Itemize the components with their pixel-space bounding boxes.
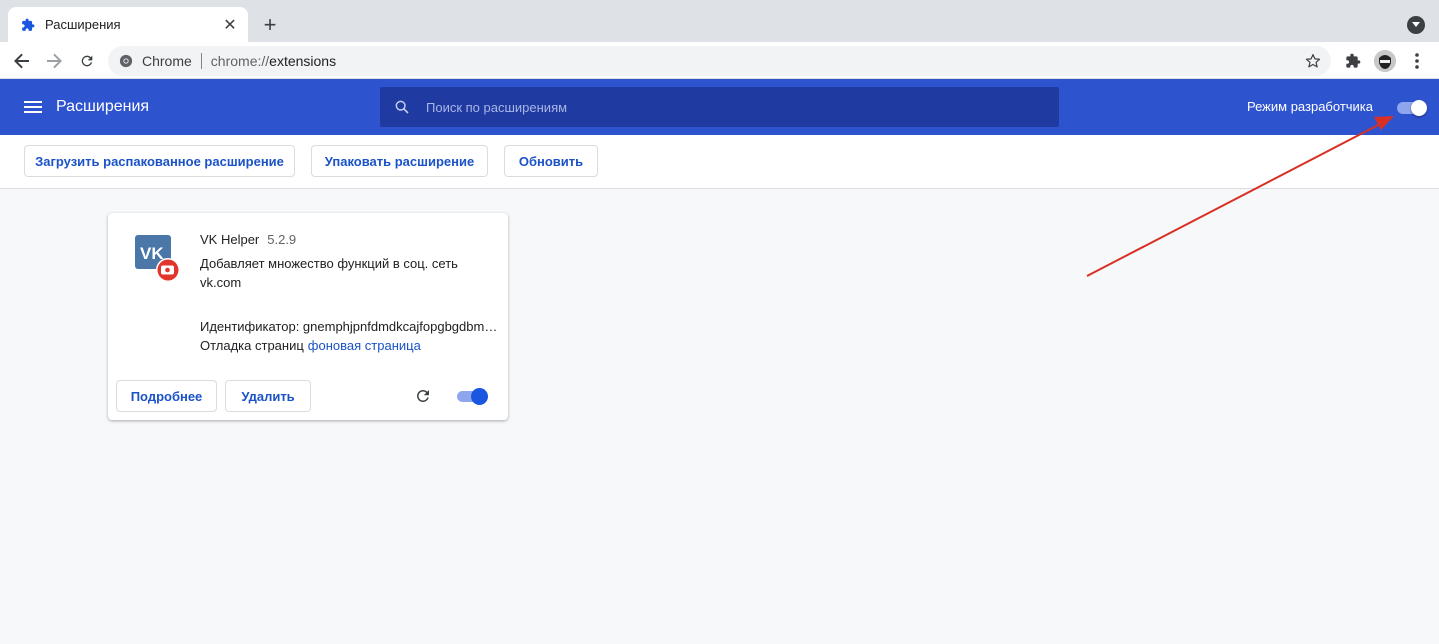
toggle-knob (1411, 100, 1427, 116)
reload-button[interactable] (74, 48, 100, 74)
search-icon (395, 100, 409, 114)
back-arrow-icon (14, 53, 29, 69)
extension-version: 5.2.9 (267, 232, 297, 247)
reload-icon (81, 55, 93, 67)
close-tab-icon[interactable]: ✕ (220, 15, 240, 35)
more-vert-icon (1415, 53, 1419, 69)
tab-title: Расширения (45, 17, 121, 32)
vk-helper-icon: VK (135, 235, 180, 283)
url-scheme: chrome:// (210, 53, 270, 69)
chevron-down-icon (1412, 22, 1420, 27)
reload-extension-icon[interactable] (414, 387, 432, 405)
extension-enable-toggle[interactable] (457, 388, 489, 405)
page-title: Расширения (56, 98, 150, 115)
omnibox-divider (200, 53, 202, 69)
extension-card: VK VK Helper 5.2.9 Добавляет множество фу… (108, 213, 508, 420)
tab-strip: Расширения ✕ + (0, 0, 1439, 42)
profile-button[interactable] (1372, 48, 1398, 74)
load-unpacked-button[interactable]: Загрузить распакованное расширение (24, 145, 295, 177)
url-host: extensions (269, 53, 337, 69)
extension-description: Добавляет множество функций в соц. сеть … (200, 256, 458, 290)
forward-button[interactable] (41, 48, 67, 74)
avatar (1374, 50, 1396, 72)
forward-arrow-icon (47, 53, 62, 69)
update-button[interactable]: Обновить (504, 145, 598, 177)
pack-extension-button[interactable]: Упаковать расширение (311, 145, 488, 177)
extensions-button[interactable] (1340, 48, 1366, 74)
new-tab-button[interactable]: + (258, 12, 282, 37)
address-bar[interactable]: Chrome chrome://extensions (108, 46, 1331, 76)
search-input[interactable] (426, 99, 1026, 115)
inspect-views: Отладка страниц фоновая страница (200, 338, 421, 353)
details-button[interactable]: Подробнее (116, 380, 217, 412)
site-label: Chrome (142, 53, 192, 69)
inspect-views-label: Отладка страниц (200, 338, 304, 353)
browser-toolbar: Chrome chrome://extensions (0, 42, 1439, 79)
browser-menu-button[interactable] (1404, 48, 1430, 74)
hamburger-menu-icon[interactable] (24, 98, 42, 116)
svg-text:VK: VK (140, 244, 164, 263)
toggle-knob (471, 388, 488, 405)
remove-button[interactable]: Удалить (225, 380, 311, 412)
developer-toolbar: Загрузить распакованное расширение Упако… (0, 135, 1439, 189)
puzzle-icon (1346, 53, 1361, 68)
extension-id: Идентификатор: gnemphjpnfdmdkcajfopgbgdb… (200, 319, 500, 334)
chrome-icon (119, 54, 133, 68)
background-page-link[interactable]: фоновая страница (308, 338, 421, 353)
tab-extensions[interactable]: Расширения ✕ (8, 7, 248, 42)
tab-search-button[interactable] (1407, 16, 1425, 34)
extension-name: VK Helper 5.2.9 (200, 232, 297, 247)
back-button[interactable] (9, 48, 35, 74)
extensions-header: Расширения Режим разработчика (0, 79, 1439, 135)
puzzle-icon (20, 17, 36, 33)
search-box[interactable] (380, 87, 1059, 127)
dev-mode-label: Режим разработчика (1247, 99, 1374, 114)
dev-mode-toggle[interactable] (1397, 100, 1427, 116)
bookmark-star-icon[interactable] (1305, 53, 1321, 69)
